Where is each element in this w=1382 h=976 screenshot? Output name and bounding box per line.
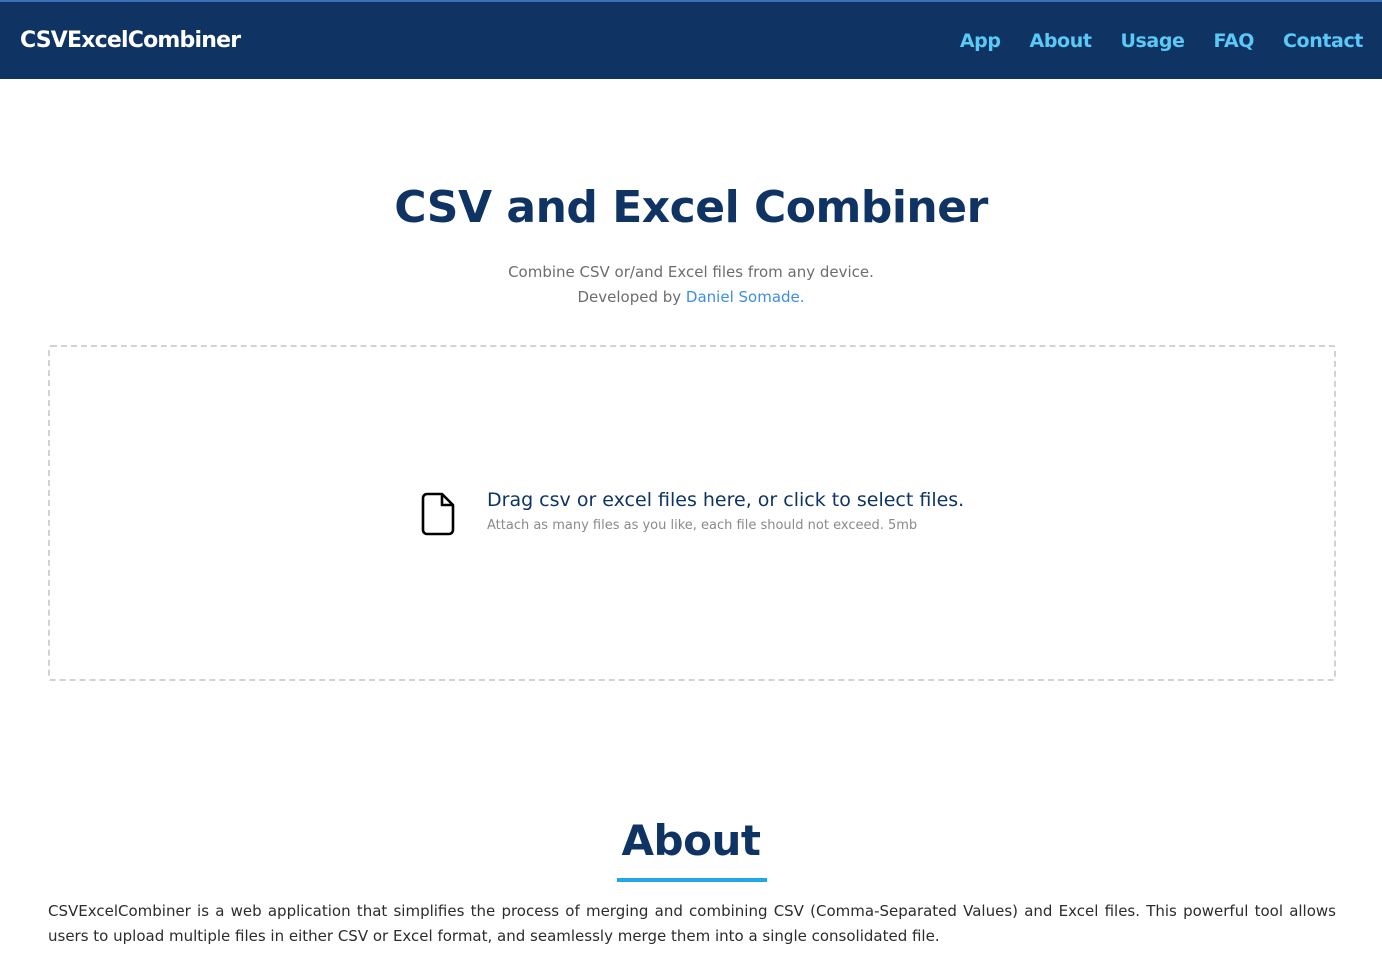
- subtitle-line: Combine CSV or/and Excel files from any …: [508, 263, 874, 281]
- about-heading: About: [621, 816, 761, 865]
- nav-link-usage[interactable]: Usage: [1121, 30, 1185, 52]
- developed-by-label: Developed by: [577, 288, 682, 306]
- file-dropzone[interactable]: [48, 345, 1336, 681]
- nav-links: App About Usage FAQ Contact: [931, 30, 1364, 52]
- dropzone-main-text: Drag csv or excel files here, or click t…: [487, 489, 965, 511]
- about-paragraph: CSVExcelCombiner is a web application th…: [48, 902, 1336, 945]
- nav-link-app[interactable]: App: [960, 30, 1001, 52]
- nav-link-contact[interactable]: Contact: [1283, 30, 1363, 52]
- developer-line: Developed by Daniel Somade.: [0, 285, 1382, 310]
- developer-link[interactable]: Daniel Somade.: [686, 288, 805, 306]
- nav-link-faq[interactable]: FAQ: [1214, 30, 1255, 52]
- navbar: CSVExcelCombiner App About Usage FAQ Con…: [0, 0, 1382, 79]
- page-title: CSV and Excel Combiner: [394, 182, 988, 233]
- nav-link-about[interactable]: About: [1030, 30, 1092, 52]
- file-icon: [421, 492, 455, 536]
- about-underline: [617, 878, 767, 882]
- brand-logo[interactable]: CSVExcelCombiner: [20, 28, 241, 53]
- hero-subtitle: Combine CSV or/and Excel files from any …: [0, 260, 1382, 310]
- dropzone-sub-text: Attach as many files as you like, each f…: [487, 518, 918, 533]
